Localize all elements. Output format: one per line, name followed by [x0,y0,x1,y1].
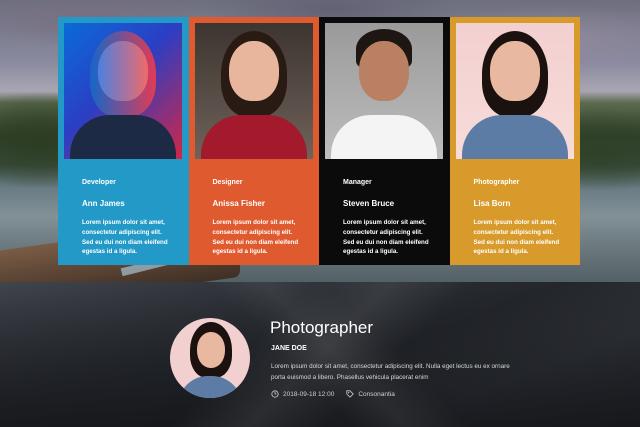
profile-background [0,282,640,427]
team-member-role: Manager [343,179,372,186]
clock-icon [271,390,279,398]
team-member-name: Steven Bruce [343,199,395,208]
team-member-name: Anissa Fisher [212,199,265,208]
tag-icon [346,390,355,398]
team-card[interactable]: Photographer Lisa Born Lorem ipsum dolor… [449,17,580,265]
team-card[interactable]: Designer Anissa Fisher Lorem ipsum dolor… [188,17,319,265]
team-member-bio: Lorem ipsum dolor sit amet, consectetur … [212,219,299,256]
team-member-photo [194,23,313,159]
team-member-photo [64,23,182,159]
team-member-name: Ann James [82,199,125,208]
team-member-bio: Lorem ipsum dolor sit amet, consectetur … [82,219,168,256]
team-member-photo [325,23,443,159]
profile-meta: 2018-09-18 12:00 Consonantia [271,390,407,398]
profile-tag-text: Consonantia [358,390,395,398]
team-member-photo [455,23,574,159]
team-member-role: Designer [212,179,243,186]
profile-name: JANE DOE [271,345,307,352]
profile-description: Lorem ipsum dolor sit amet, consectetur … [271,363,510,381]
team-member-bio: Lorem ipsum dolor sit amet, consectetur … [473,219,560,256]
profile-avatar [170,318,250,398]
mountain-texture [0,282,640,427]
team-member-role: Developer [82,179,116,186]
team-member-bio: Lorem ipsum dolor sit amet, consectetur … [343,219,429,256]
team-cards: Developer Ann James Lorem ipsum dolor si… [58,17,580,265]
profile-date-text: 2018-09-18 12:00 [283,390,335,398]
profile-tag[interactable]: Consonantia [346,390,395,398]
team-card[interactable]: Developer Ann James Lorem ipsum dolor si… [58,17,189,265]
team-member-role: Photographer [473,179,520,186]
team-member-name: Lisa Born [473,199,511,208]
team-card[interactable]: Manager Steven Bruce Lorem ipsum dolor s… [319,17,450,265]
profile-title: Photographer [270,318,374,337]
profile-date: 2018-09-18 12:00 [271,390,334,398]
